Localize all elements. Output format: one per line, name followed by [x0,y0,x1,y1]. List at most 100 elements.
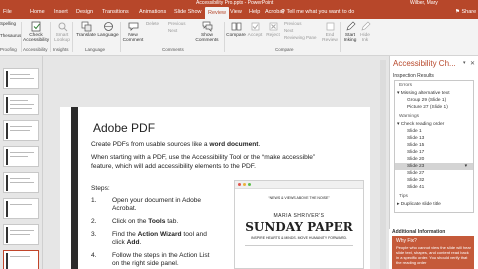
show-comments-button[interactable]: Show Comments [194,21,220,43]
slide-thumbnail[interactable] [3,146,39,167]
hide-ink-button[interactable]: Hide Ink [358,21,372,43]
step-text: Click on the [112,218,149,225]
newsletter-picture[interactable]: “NEWS & VIEWS ABOVE THE NOISE” MARIA SHR… [234,180,364,269]
group-separator [120,22,121,52]
inspection-results-list[interactable]: Errors ▾ Missing alternative text Group … [394,80,474,213]
check-accessibility-button[interactable]: Check Accessibility [23,21,49,43]
slide-paragraph-2-line-1[interactable]: When starting with a PDF, use the Access… [91,154,315,162]
why-fix-text: People who cannot view the slide will he… [396,245,471,265]
tab-file[interactable]: File [3,6,12,19]
slide-title[interactable]: Adobe PDF [93,121,155,135]
close-icon[interactable]: ✕ [470,60,475,67]
lightbulb-icon: ⚲ [281,9,286,15]
spelling-label: Spelling [0,21,17,26]
editor-scrollbar[interactable] [380,60,386,269]
picture-browser-bar [235,181,363,189]
warning-item[interactable]: Slide 13 [395,135,473,142]
tab-animations[interactable]: Animations [139,6,166,19]
tab-transitions[interactable]: Transitions [102,6,129,19]
warning-item-selected[interactable]: Slide 23 ▾ [395,163,473,170]
start-inking-button[interactable]: Start Inking [342,21,358,43]
slide-thumbnail[interactable] [3,94,39,115]
share-button[interactable]: ⚑ Share [455,6,476,19]
previous-label: Previous [168,21,186,26]
step-text: Find the [112,231,138,238]
new-comment-button[interactable]: New Comment [122,21,144,43]
language-button[interactable]: Language [97,21,119,38]
reviewing-pane-button[interactable]: Reviewing Pane [284,35,317,40]
dropdown-arrow-icon[interactable]: ▾ [465,163,467,170]
start-inking-label: Start Inking [343,33,357,43]
tip-category[interactable]: ▸ Duplicate slide title [395,201,473,208]
pen-icon [345,21,355,31]
warning-item[interactable]: Slide 32 [395,177,473,184]
smart-lookup-button[interactable]: Smart Lookup [52,21,72,43]
end-review-label: End Review [322,33,338,43]
warning-item[interactable]: Slide 15 [395,142,473,149]
delete-label: Delete [146,21,160,26]
end-review-icon [326,22,334,31]
slide-thumbnail[interactable] [3,120,39,141]
steps-heading[interactable]: Steps: [91,185,110,193]
additional-information-heading: Additional Information [392,229,446,235]
slide-thumbnail[interactable] [3,172,39,193]
tab-view[interactable]: View [230,6,242,19]
warning-item[interactable]: Slide 41 [395,184,473,191]
group-label-insights: Insights [53,47,69,52]
slide-thumbnail[interactable] [3,198,39,219]
warning-category-label: Check reading order [400,122,445,127]
previous-comment-button[interactable]: Previous [168,21,186,26]
new-comment-icon [128,22,138,31]
compare-previous-button[interactable]: Previous [284,21,302,26]
error-category[interactable]: ▾ Missing alternative text [395,90,473,97]
reject-button[interactable]: Reject [264,21,282,38]
slide-thumbnail[interactable] [3,224,39,245]
share-icon: ⚑ [455,9,460,15]
accept-button[interactable]: Accept [246,21,264,38]
tab-home[interactable]: Home [30,6,45,19]
para1-text: Create PDFs from usable sources like a [91,141,210,148]
compare-next-button[interactable]: Next [284,28,293,33]
compare-previous-label: Previous [284,21,302,26]
warning-category[interactable]: ▾ Check reading order [395,121,473,128]
delete-comment-button[interactable]: Delete [146,21,159,26]
hide-ink-icon [360,21,370,31]
warning-item[interactable]: Slide 1 [395,128,473,135]
slide-paragraph-2-line-2[interactable]: feature, which will add accessibility el… [91,163,256,171]
warning-item[interactable]: Slide 17 [395,149,473,156]
compare-next-label: Next [284,28,294,33]
pane-options-icon[interactable]: ▾ [463,60,466,66]
accessibility-check-icon [31,21,40,32]
compare-button[interactable]: Compare [226,21,246,38]
slide-thumbnails-pane[interactable] [0,56,43,269]
tab-slide-show[interactable]: Slide Show [174,6,202,19]
slide-thumbnail-selected[interactable] [3,250,39,269]
why-fix-heading: Why Fix? [396,238,417,244]
slide-thumbnail[interactable] [3,68,39,89]
warning-item[interactable]: Slide 20 [395,156,473,163]
next-comment-button[interactable]: Next [168,28,177,33]
tell-me-box[interactable]: ⚲ Tell me what you want to do [281,6,354,19]
warning-item[interactable]: Slide 27 [395,170,473,177]
step-bold: Add [126,239,140,246]
tab-help[interactable]: Help [249,6,260,19]
error-item[interactable]: Picture 27 (Slide 1) [395,104,473,111]
step-bold: Action Wizard [137,231,182,238]
step-text: Open your document in Adobe [112,197,202,204]
check-accessibility-label: Check Accessibility [23,33,50,43]
tab-insert[interactable]: Insert [54,6,68,19]
step-text: tool and [181,231,207,238]
newsletter-divider [245,245,353,246]
reviewing-pane-label: Reviewing Pane [284,35,317,40]
translate-button[interactable]: Translate [74,21,98,38]
end-review-button[interactable]: End Review [322,21,338,43]
slide-paragraph-1[interactable]: Create PDFs from usable sources like a w… [91,141,260,149]
tab-design[interactable]: Design [76,6,93,19]
group-label-proofing: Proofing [0,47,17,52]
spelling-button[interactable]: Spelling [0,21,16,26]
tab-review[interactable]: Review [205,7,230,19]
group-separator [224,22,225,52]
error-item[interactable]: Group 29 (Slide 1) [395,97,473,104]
smart-lookup-label: Smart Lookup [54,33,70,43]
thesaurus-button[interactable]: Thesaurus [0,33,21,38]
